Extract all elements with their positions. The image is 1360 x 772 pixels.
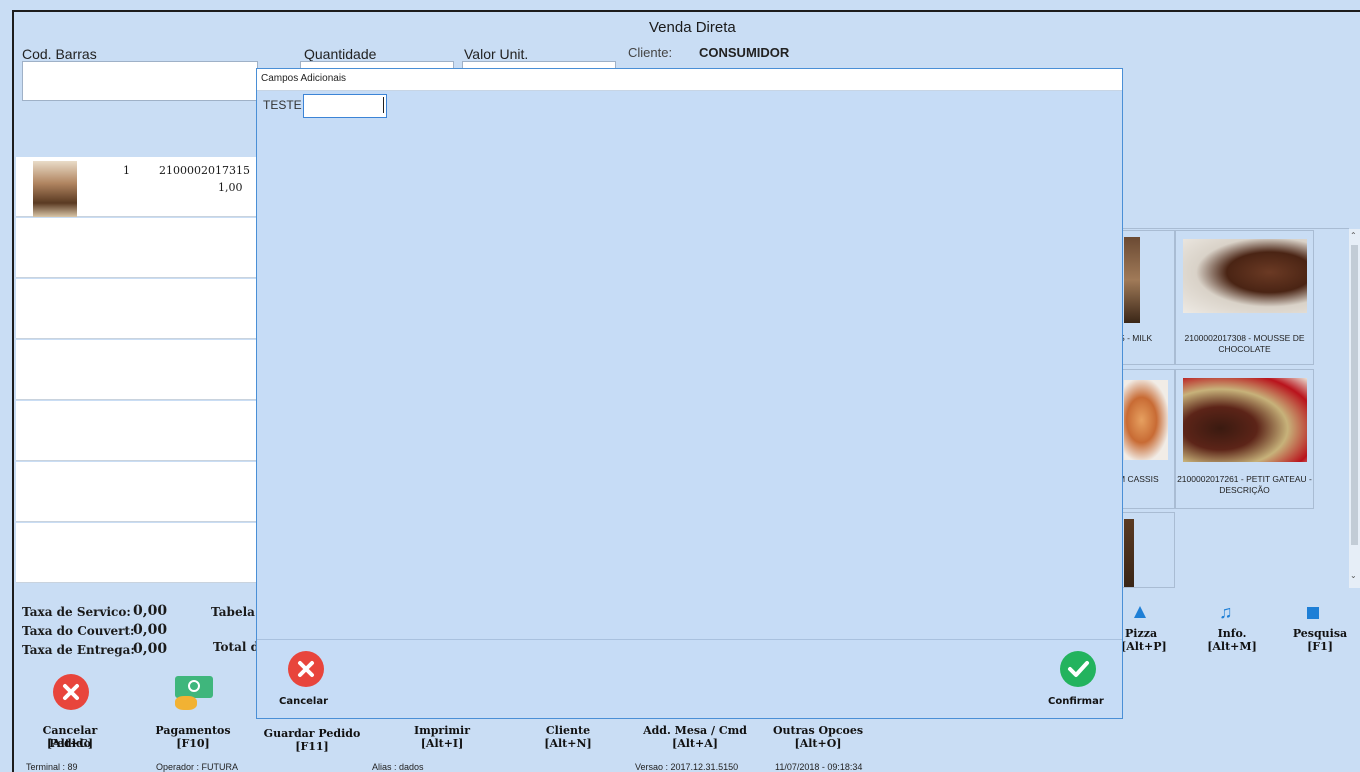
add-table-label: Add. Mesa / Cmd (643, 724, 747, 737)
list-item[interactable]: 1 2100002017315 1,00 (16, 157, 266, 217)
save-order-shortcut: [F11] (295, 740, 329, 753)
print-label: Imprimir (413, 724, 471, 737)
search-label: Pesquisa (1292, 627, 1348, 640)
search-shortcut: [F1] (1307, 640, 1333, 653)
info-shortcut: [Alt+M] (1207, 640, 1257, 653)
product-caption: 2100002017261 - PETIT GATEAU - DESCRIÇÃO (1177, 474, 1312, 495)
dialog-title: Campos Adicionais (261, 73, 347, 84)
payments-label: Pagamentos (155, 724, 231, 737)
list-item[interactable] (16, 340, 266, 400)
window-title: Venda Direta (649, 19, 736, 36)
dialog-titlebar[interactable]: Campos Adicionais (257, 69, 1122, 91)
couvert-label: Taxa do Couvert: (22, 624, 135, 638)
service-fee-value: 0,00 (133, 603, 168, 619)
status-operator: Operador : FUTURA (156, 762, 239, 772)
save-order-button[interactable]: Guardar Pedido [F11] (262, 724, 362, 754)
client-button-shortcut: [Alt+N] (544, 737, 592, 750)
text-cursor (383, 97, 384, 113)
client-label: Cliente: (628, 45, 673, 60)
coins-icon (175, 696, 197, 710)
payments-button[interactable]: Pagamentos [F10] (148, 674, 238, 750)
dialog-confirm-label: Confirmar (1048, 696, 1104, 707)
client-button-label: Cliente (545, 724, 591, 737)
list-item[interactable] (16, 401, 266, 461)
item-quantity: 1,00 (218, 181, 243, 194)
barcode-label: Cod. Barras (22, 46, 97, 62)
list-item[interactable] (16, 462, 266, 522)
list-item[interactable] (16, 218, 266, 278)
search-square-icon (1307, 607, 1319, 619)
cancel-order-button[interactable]: Cancelar Pedido [Alt+C] (20, 674, 120, 750)
product-tile[interactable]: M CASSIS (1118, 369, 1175, 509)
dialog-cancel-label: Cancelar (279, 696, 329, 707)
add-table-button[interactable]: Add. Mesa / Cmd [Alt+A] (640, 722, 750, 752)
item-code: 2100002017315 (159, 164, 250, 177)
info-label: Info. (1217, 627, 1247, 640)
product-caption: 2100002017308 - MOUSSE DE CHOCOLATE (1184, 333, 1305, 354)
status-terminal: Terminal : 89 (26, 762, 78, 772)
cancel-order-icon (53, 674, 89, 710)
confirm-check-icon (1060, 651, 1096, 687)
service-fee-label: Taxa de Servico: (22, 605, 131, 619)
barcode-input[interactable] (22, 61, 258, 101)
info-button[interactable]: ♫ Info. [Alt+M] (1203, 602, 1261, 658)
other-options-label: Outras Opcoes (772, 724, 864, 737)
pizza-label: Pizza (1125, 627, 1158, 640)
status-version: Versao : 2017.12.31.5150 (635, 762, 739, 772)
client-button[interactable]: Cliente [Alt+N] (528, 722, 608, 752)
scroll-up-icon[interactable]: ⌃ (1350, 231, 1357, 240)
product-thumbnail (33, 161, 77, 217)
pizza-icon (1134, 606, 1146, 618)
money-icon (175, 676, 213, 698)
product-caption: M CASSIS (1118, 474, 1159, 484)
item-index: 1 (123, 164, 130, 177)
payments-shortcut: [F10] (176, 737, 210, 750)
save-order-label: Guardar Pedido (263, 727, 361, 740)
scrollbar-thumb[interactable] (1351, 245, 1358, 545)
scroll-down-icon[interactable]: ⌄ (1350, 571, 1357, 580)
dialog-confirm-button[interactable]: Confirmar (1045, 651, 1115, 711)
search-button[interactable]: Pesquisa [F1] (1292, 602, 1352, 658)
window-top-border (14, 10, 1360, 12)
product-tile[interactable]: 2100002017261 - PETIT GATEAU - DESCRIÇÃO (1175, 369, 1314, 509)
unit-value-label: Valor Unit. (464, 46, 529, 62)
delivery-value: 0,00 (133, 641, 168, 657)
dialog-footer-divider (257, 639, 1122, 640)
client-value: CONSUMIDOR (699, 45, 790, 60)
product-image (1124, 380, 1168, 460)
product-image (1183, 239, 1307, 313)
teste-label: TESTE (263, 98, 302, 112)
product-image (1124, 519, 1134, 587)
pizza-button[interactable]: Pizza [Alt+P] (1121, 602, 1175, 658)
product-caption: 5 - MILK (1120, 333, 1153, 343)
status-datetime: 11/07/2018 - 09:18:34 (775, 762, 863, 772)
cancel-order-shortcut: [Alt+C] (46, 737, 94, 750)
teste-input[interactable] (303, 94, 387, 118)
cancel-icon (288, 651, 324, 687)
additional-fields-dialog: Campos Adicionais TESTE Cancelar Confirm… (256, 68, 1123, 719)
pizza-shortcut: [Alt+P] (1121, 640, 1167, 653)
quantity-label: Quantidade (304, 46, 377, 62)
list-item[interactable] (16, 279, 266, 339)
product-tile[interactable]: 2100002017308 - MOUSSE DE CHOCOLATE (1175, 230, 1314, 365)
dialog-cancel-button[interactable]: Cancelar (279, 651, 339, 711)
status-alias: Alias : dados (372, 762, 424, 772)
product-image (1124, 237, 1140, 323)
product-image (1183, 378, 1307, 462)
product-grid-scrollbar[interactable]: ⌃ ⌄ (1349, 229, 1360, 588)
delivery-label: Taxa de Entrega: (22, 643, 135, 657)
music-note-icon: ♫ (1219, 602, 1233, 622)
add-table-shortcut: [Alt+A] (672, 737, 718, 750)
list-item[interactable] (16, 523, 266, 583)
print-shortcut: [Alt+I] (420, 737, 464, 750)
other-options-shortcut: [Alt+O] (794, 737, 842, 750)
window-left-border (12, 10, 14, 772)
other-options-button[interactable]: Outras Opcoes [Alt+O] (766, 722, 870, 752)
product-tile[interactable]: 5 - MILK (1120, 230, 1175, 365)
print-button[interactable]: Imprimir [Alt+I] (402, 722, 482, 752)
couvert-value: 0,00 (133, 622, 168, 638)
product-tile[interactable] (1121, 512, 1175, 588)
